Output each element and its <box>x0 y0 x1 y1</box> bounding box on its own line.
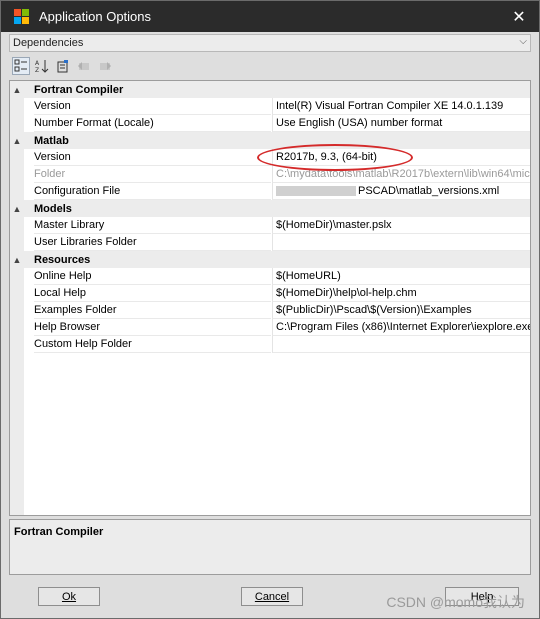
property-value[interactable]: Use English (USA) number format <box>272 115 530 132</box>
category-label: Models <box>34 202 72 215</box>
property-row[interactable]: Online Help $(HomeURL) <box>10 268 530 285</box>
property-name: Custom Help Folder <box>34 336 271 353</box>
property-row[interactable]: User Libraries Folder <box>10 234 530 251</box>
section-dropdown[interactable]: Dependencies ⌵ <box>9 34 531 52</box>
property-grid: ▲ Fortran Compiler Version Intel(R) Visu… <box>9 80 531 516</box>
property-row[interactable]: Configuration File PSCAD\matlab_versions… <box>10 183 530 200</box>
property-name: User Libraries Folder <box>34 234 271 251</box>
property-value[interactable] <box>272 234 530 251</box>
property-row[interactable]: Local Help $(HomeDir)\help\ol-help.chm <box>10 285 530 302</box>
section-dropdown-value: Dependencies <box>13 37 84 49</box>
collapse-icon[interactable]: ▲ <box>10 255 24 265</box>
property-value[interactable]: PSCAD\matlab_versions.xml <box>272 183 530 200</box>
property-value[interactable]: $(PublicDir)\Pscad\$(Version)\Examples <box>272 302 530 319</box>
svg-text:Z: Z <box>35 67 39 73</box>
property-value[interactable]: Intel(R) Visual Fortran Compiler XE 14.0… <box>272 98 530 115</box>
property-value[interactable] <box>272 336 530 353</box>
cancel-button[interactable]: Cancel <box>241 587 303 606</box>
back-icon[interactable] <box>75 57 93 75</box>
property-row[interactable]: Folder C:\mydata\tools\matlab\R2017b\ext… <box>10 166 530 183</box>
property-row[interactable]: Master Library $(HomeDir)\master.pslx <box>10 217 530 234</box>
category-label: Matlab <box>34 134 69 147</box>
property-name: Folder <box>34 166 271 183</box>
property-row[interactable]: Version Intel(R) Visual Fortran Compiler… <box>10 98 530 115</box>
categorized-icon[interactable] <box>12 57 30 75</box>
property-name: Help Browser <box>34 319 271 336</box>
property-name: Version <box>34 149 271 166</box>
property-row[interactable]: Help Browser C:\Program Files (x86)\Inte… <box>10 319 530 336</box>
property-value[interactable]: $(HomeDir)\help\ol-help.chm <box>272 285 530 302</box>
category-fortran-compiler[interactable]: ▲ Fortran Compiler <box>10 81 530 98</box>
property-row[interactable]: Examples Folder $(PublicDir)\Pscad\$(Ver… <box>10 302 530 319</box>
property-value[interactable]: $(HomeURL) <box>272 268 530 285</box>
property-name: Master Library <box>34 217 271 234</box>
description-panel: Fortran Compiler <box>9 519 531 575</box>
property-name: Online Help <box>34 268 271 285</box>
category-models[interactable]: ▲ Models <box>10 200 530 217</box>
category-label: Resources <box>34 253 91 266</box>
property-name: Version <box>34 98 271 115</box>
property-pages-icon[interactable] <box>54 57 72 75</box>
redacted-region <box>276 186 356 197</box>
property-name: Local Help <box>34 285 271 302</box>
alphabetical-icon[interactable]: AZ <box>33 57 51 75</box>
property-name: Number Format (Locale) <box>34 115 271 132</box>
application-options-dialog: Application Options ✕ Dependencies ⌵ AZ … <box>0 0 540 619</box>
property-value[interactable]: C:\Program Files (x86)\Internet Explorer… <box>272 319 530 336</box>
property-name: Configuration File <box>34 183 271 200</box>
watermark-text: CSDN @momo我认为 <box>386 594 525 610</box>
app-icon <box>14 8 30 25</box>
category-resources[interactable]: ▲ Resources <box>10 251 530 268</box>
title-bar: Application Options ✕ <box>1 1 539 32</box>
collapse-icon[interactable]: ▲ <box>10 136 24 146</box>
forward-icon[interactable] <box>96 57 114 75</box>
description-title: Fortran Compiler <box>14 526 104 538</box>
property-row[interactable]: Number Format (Locale) Use English (USA)… <box>10 115 530 132</box>
ok-button[interactable]: Ok <box>38 587 100 606</box>
red-highlight-ellipse <box>257 144 413 171</box>
property-value[interactable]: $(HomeDir)\master.pslx <box>272 217 530 234</box>
svg-text:A: A <box>35 60 40 67</box>
window-title: Application Options <box>39 9 152 24</box>
close-button[interactable]: ✕ <box>499 1 539 32</box>
category-matlab[interactable]: ▲ Matlab <box>10 132 530 149</box>
property-row[interactable]: Custom Help Folder <box>10 336 530 353</box>
category-label: Fortran Compiler <box>34 83 124 96</box>
property-value-text: PSCAD\matlab_versions.xml <box>358 185 500 197</box>
property-name: Examples Folder <box>34 302 271 319</box>
collapse-icon[interactable]: ▲ <box>10 85 24 95</box>
collapse-icon[interactable]: ▲ <box>10 204 24 214</box>
property-toolbar: AZ <box>9 55 531 77</box>
chevron-down-icon: ⌵ <box>519 36 527 47</box>
